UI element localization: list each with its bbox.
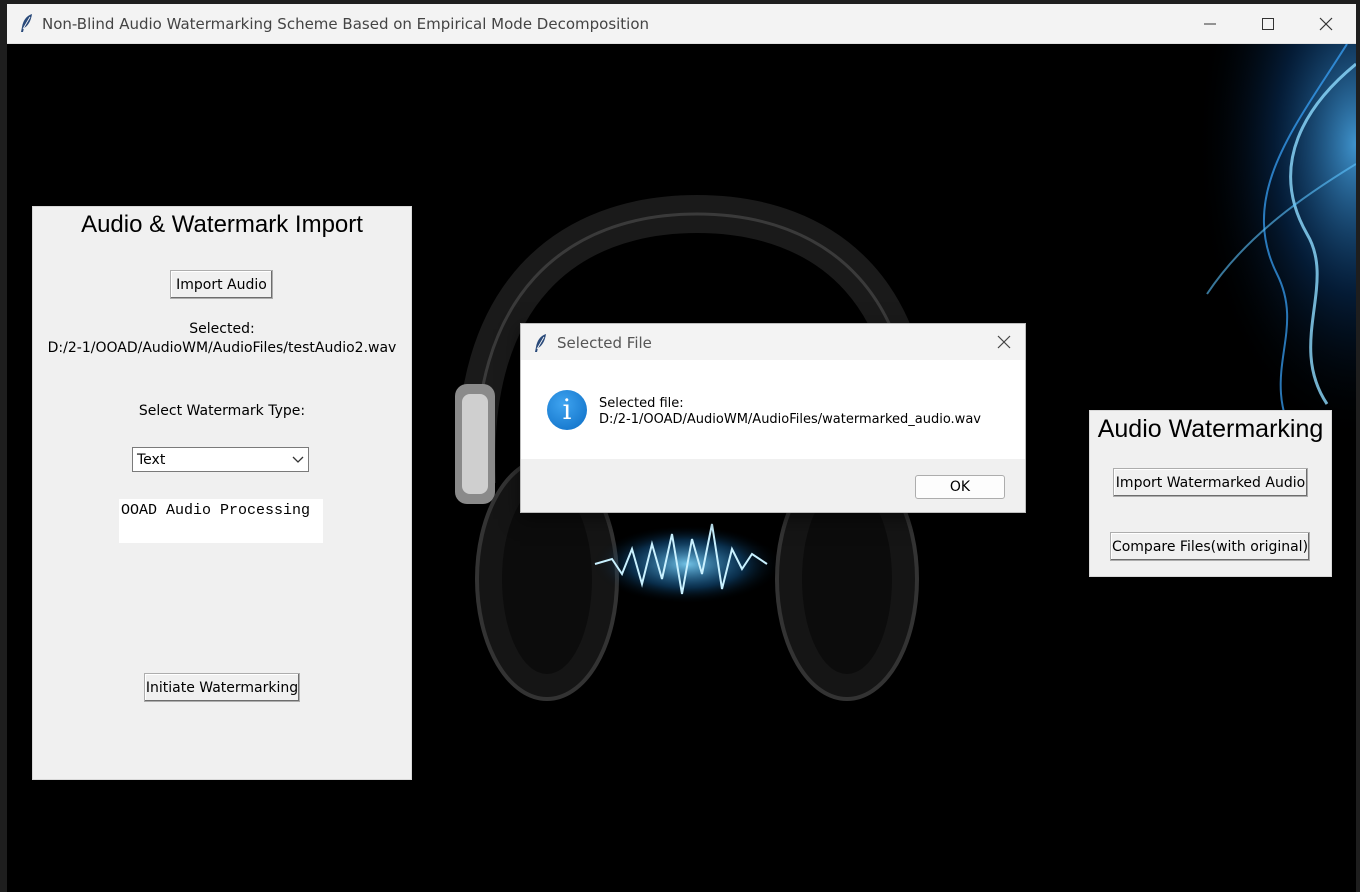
maximize-icon [1262, 18, 1274, 30]
close-icon [1319, 17, 1333, 31]
info-icon: i [547, 390, 587, 430]
selected-file-dialog: Selected File i Selected file: D:/2-1/OO… [520, 323, 1026, 513]
initiate-watermarking-button[interactable]: Initiate Watermarking [144, 673, 300, 702]
chevron-down-icon [292, 453, 304, 469]
minimize-icon [1204, 23, 1216, 25]
panel-title: Audio Watermarking [1097, 415, 1324, 443]
minimize-button[interactable] [1181, 4, 1239, 43]
watermark-type-value: Text [137, 452, 166, 468]
maximize-button[interactable] [1239, 4, 1297, 43]
window-title: Non-Blind Audio Watermarking Scheme Base… [42, 15, 650, 33]
import-watermarked-audio-button[interactable]: Import Watermarked Audio [1113, 468, 1308, 497]
watermark-type-select[interactable]: Text [132, 447, 309, 472]
dialog-body: i Selected file: D:/2-1/OOAD/AudioWM/Aud… [521, 360, 1025, 459]
ok-button[interactable]: OK [915, 475, 1005, 499]
app-window: Non-Blind Audio Watermarking Scheme Base… [7, 4, 1356, 892]
compare-files-button[interactable]: Compare Files(with original) [1110, 532, 1310, 561]
title-bar: Non-Blind Audio Watermarking Scheme Base… [7, 4, 1356, 44]
import-audio-button[interactable]: Import Audio [170, 270, 273, 299]
message-line-2: D:/2-1/OOAD/AudioWM/AudioFiles/watermark… [599, 412, 981, 427]
dialog-footer: OK [521, 459, 1025, 512]
message-line-1: Selected file: [599, 396, 684, 411]
watermark-type-label: Select Watermark Type: [138, 403, 306, 419]
feather-icon [20, 13, 34, 38]
close-icon[interactable] [997, 335, 1011, 354]
close-button[interactable] [1297, 4, 1355, 43]
audio-watermarking-panel: Audio Watermarking Import Watermarked Au… [1089, 410, 1332, 577]
audio-import-panel: Audio & Watermark Import Import Audio Se… [32, 206, 412, 780]
dialog-title: Selected File [557, 334, 652, 352]
selected-path: D:/2-1/OOAD/AudioWM/AudioFiles/testAudio… [47, 340, 397, 356]
selected-label: Selected: [189, 321, 255, 337]
watermark-text-input[interactable]: OOAD Audio Processing [119, 499, 323, 543]
dialog-message: Selected file: D:/2-1/OOAD/AudioWM/Audio… [599, 396, 981, 428]
background-canvas: Audio & Watermark Import Import Audio Se… [7, 44, 1356, 892]
feather-icon [534, 333, 548, 358]
panel-title: Audio & Watermark Import [81, 211, 363, 238]
dialog-title-bar: Selected File [521, 324, 1025, 360]
